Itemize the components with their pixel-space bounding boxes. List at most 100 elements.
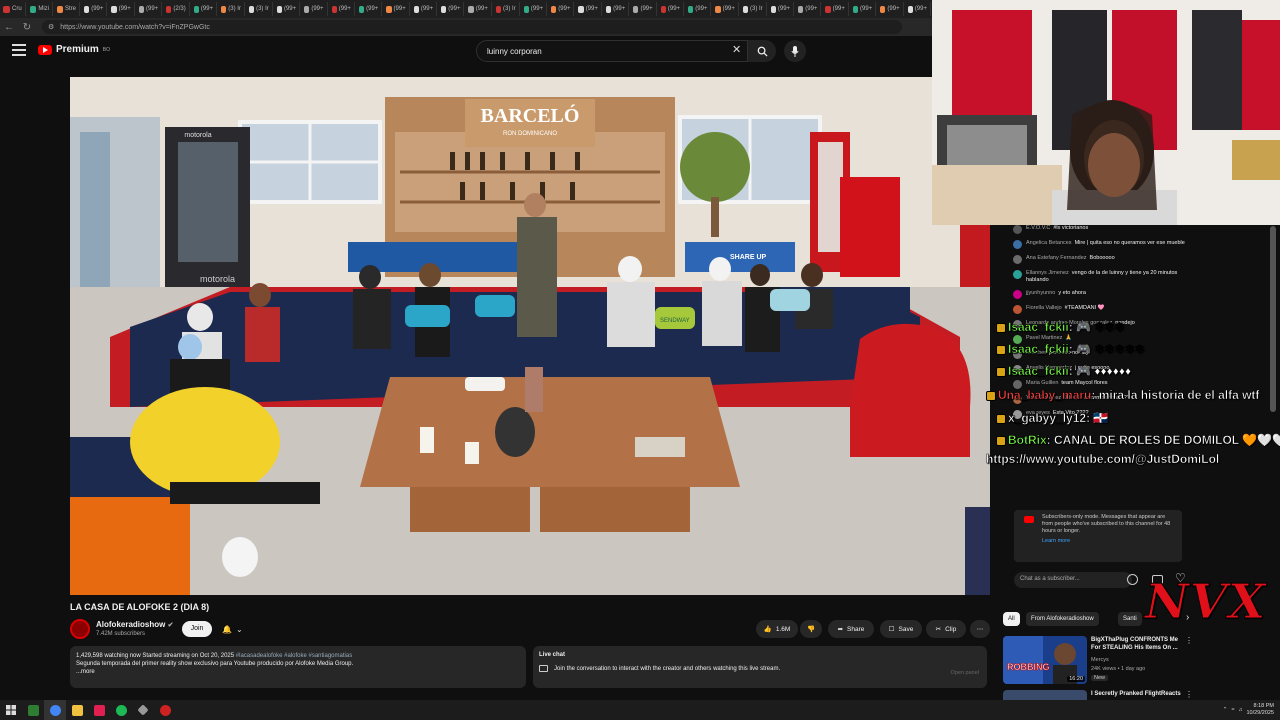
taskbar-app-terminal[interactable]: [22, 700, 44, 720]
clock[interactable]: 8:18 PM 10/29/2025: [1246, 703, 1274, 717]
browser-tab[interactable]: (99+: [136, 2, 163, 16]
chat-scrollbar[interactable]: [1270, 226, 1276, 412]
taskbar-app-pen[interactable]: [132, 700, 154, 720]
chat-author[interactable]: Ellannys Jimenez: [1026, 270, 1069, 276]
browser-tab[interactable]: (99+: [521, 2, 548, 16]
clip-button[interactable]: ✂ Clip: [926, 620, 966, 638]
search-input[interactable]: luinny corporan: [476, 40, 748, 62]
join-button[interactable]: Join: [182, 621, 212, 637]
browser-tab[interactable]: (99+: [383, 2, 410, 16]
chip-all[interactable]: All: [1003, 612, 1020, 626]
browser-tab[interactable]: (99+: [191, 2, 218, 16]
more-options-icon[interactable]: ⋮: [1185, 636, 1193, 645]
youtube-logo[interactable]: Premium BO: [38, 44, 110, 55]
browser-tab[interactable]: (99+: [795, 2, 822, 16]
save-button[interactable]: ☐ Save: [880, 620, 922, 638]
browser-tab[interactable]: (99+: [630, 2, 657, 16]
wifi-icon[interactable]: ≈: [1231, 707, 1234, 713]
chip-next-icon[interactable]: ›: [1186, 612, 1189, 623]
chat-avatar[interactable]: [1013, 270, 1022, 279]
recommendation-item[interactable]: ROBBING 16:20 BigXThaPlug CONFRONTS Me F…: [1003, 636, 1193, 690]
browser-tab[interactable]: (99+: [465, 2, 492, 16]
share-button[interactable]: ➦ Share: [828, 620, 874, 638]
browser-tab[interactable]: (99+: [438, 2, 465, 16]
browser-tab[interactable]: (99+: [329, 2, 355, 16]
volume-icon[interactable]: ♫: [1238, 707, 1242, 713]
browser-tab[interactable]: (3) Ir: [246, 2, 273, 16]
overlay-badge-icon: [986, 390, 996, 401]
channel-avatar[interactable]: [70, 619, 90, 639]
taskbar-app-obs[interactable]: [154, 700, 176, 720]
browser-tab[interactable]: (99+: [603, 2, 630, 16]
chip-from-channel[interactable]: From Alofokeradioshow: [1026, 612, 1099, 626]
address-bar[interactable]: ⚙ https://www.youtube.com/watch?v=iFnZPG…: [42, 20, 902, 34]
browser-tab[interactable]: (99+: [685, 2, 712, 16]
clear-search-icon[interactable]: ✕: [732, 43, 741, 56]
emoji-icon[interactable]: [1127, 574, 1138, 585]
video-description[interactable]: 1,429,598 watching now Started streaming…: [70, 646, 526, 688]
video-player[interactable]: BARCELÓ RON DOMINICANO motorola motorola…: [70, 77, 990, 595]
browser-tab[interactable]: (99+: [877, 2, 904, 16]
browser-tab[interactable]: (99+: [274, 2, 301, 16]
browser-tab[interactable]: (3) Ir: [218, 2, 245, 16]
browser-tab[interactable]: (99+: [658, 2, 685, 16]
more-options-icon[interactable]: ⋮: [1185, 690, 1193, 699]
open-panel-button[interactable]: Open panel: [951, 670, 979, 676]
taskbar-app-spotify[interactable]: [110, 700, 132, 720]
browser-tab[interactable]: (99+: [575, 2, 602, 16]
like-button[interactable]: 👍 1.6M: [756, 620, 798, 638]
chat-avatar[interactable]: [1013, 290, 1022, 299]
browser-tab[interactable]: Stre: [54, 2, 80, 16]
chat-author[interactable]: Maria Guillen: [1026, 380, 1058, 386]
browser-tab[interactable]: (99+: [548, 2, 575, 16]
browser-tab[interactable]: (99+: [301, 2, 328, 16]
chat-author[interactable]: jjyunhyunno: [1026, 290, 1055, 296]
desc-hashtags[interactable]: #lacasadealofoke #alofoke #santiagomatia…: [236, 653, 352, 659]
browser-tab[interactable]: (99+: [768, 2, 795, 16]
browser-tab[interactable]: (99+: [822, 2, 849, 16]
learn-more-link[interactable]: Learn more: [1042, 538, 1176, 545]
chat-author[interactable]: Pavel Martinez: [1026, 335, 1062, 341]
recommendation-meta: 24K views • 1 day ago: [1091, 666, 1146, 672]
chat-author[interactable]: Angelica Betances: [1026, 240, 1072, 246]
browser-tab[interactable]: (99+: [356, 2, 383, 16]
chat-avatar[interactable]: [1013, 225, 1022, 234]
tray-chevron-icon[interactable]: ⌃: [1223, 707, 1228, 713]
chat-author[interactable]: E.V.O.V.C: [1026, 225, 1050, 231]
taskbar-app-chrome[interactable]: [44, 700, 66, 720]
chip-santi[interactable]: Santi: [1118, 612, 1142, 626]
browser-tab[interactable]: Cru: [0, 2, 26, 16]
desc-more-link[interactable]: ...more: [76, 669, 95, 675]
taskbar-app-files[interactable]: [66, 700, 88, 720]
browser-tab[interactable]: Mizi: [27, 2, 53, 16]
browser-tab[interactable]: (2/3): [163, 2, 190, 16]
dislike-button[interactable]: 👎: [800, 620, 822, 638]
chat-avatar[interactable]: [1013, 255, 1022, 264]
browser-tab[interactable]: (3) Ir: [493, 2, 520, 16]
browser-tab[interactable]: (99+: [411, 2, 438, 16]
browser-tab[interactable]: (99+: [905, 2, 931, 16]
voice-search-button[interactable]: [784, 40, 806, 62]
browser-tab[interactable]: (99+: [712, 2, 739, 16]
chat-avatar[interactable]: [1013, 305, 1022, 314]
hamburger-menu-icon[interactable]: [12, 44, 26, 56]
browser-tab[interactable]: (99+: [81, 2, 108, 16]
site-info-icon[interactable]: ⚙: [48, 23, 54, 31]
more-actions-button[interactable]: ⋯: [970, 620, 990, 638]
taskbar-app-video[interactable]: [88, 700, 110, 720]
notification-bell-button[interactable]: 🔔 ⌄: [220, 621, 250, 637]
chat-avatar[interactable]: [1013, 240, 1022, 249]
chat-input[interactable]: Chat as a subscriber...: [1014, 572, 1132, 588]
recommendation-item[interactable]: I Secretly Pranked FlightReacts ⋮: [1003, 690, 1193, 700]
search-button[interactable]: [748, 40, 776, 62]
chat-author[interactable]: Fiorella Vallejo: [1026, 305, 1062, 311]
back-icon[interactable]: ←: [0, 18, 18, 36]
reload-icon[interactable]: ↻: [18, 18, 36, 36]
browser-tab[interactable]: (99+: [850, 2, 877, 16]
channel-name[interactable]: Alofokeradioshow ✔: [96, 620, 173, 629]
browser-tab[interactable]: (3) Ir: [740, 2, 767, 16]
start-button[interactable]: [0, 700, 22, 720]
browser-tab[interactable]: (99+: [108, 2, 135, 16]
chat-author[interactable]: Ana Estefany Fernandez: [1026, 255, 1087, 261]
scene-pillow-label: SENDWAY: [660, 318, 690, 324]
